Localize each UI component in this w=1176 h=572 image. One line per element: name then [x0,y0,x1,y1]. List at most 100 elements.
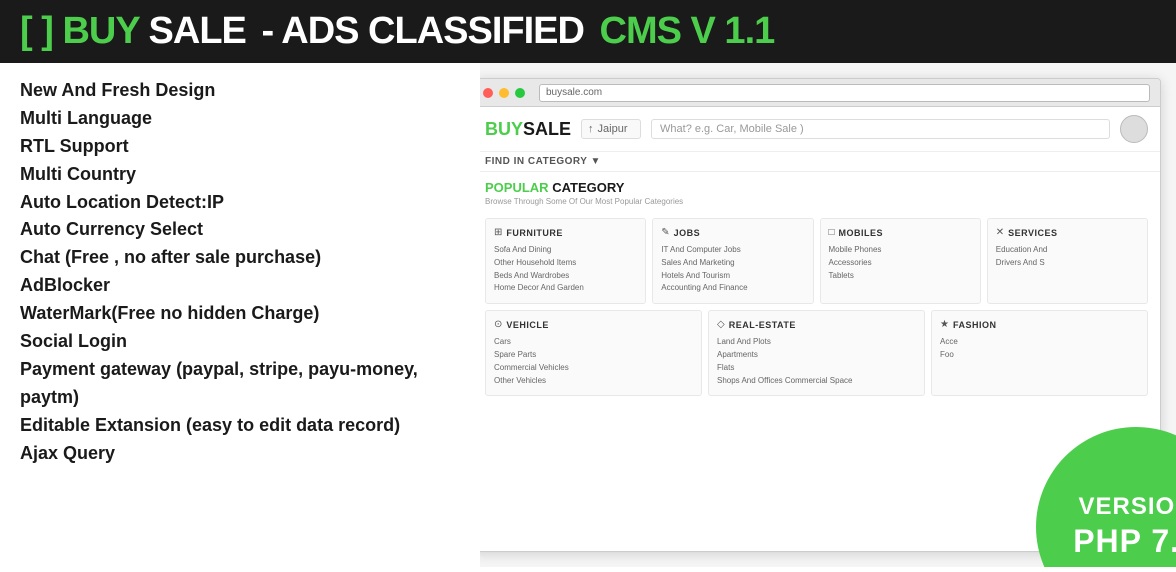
cat-icon: ★ [940,319,949,330]
cat-item: Acce [940,336,1139,349]
cat-item: Drivers And S [996,257,1139,270]
header-cms: CMS V 1.1 [600,10,775,52]
cat-title: REAL-ESTATE [729,320,796,330]
cat-item: Tablets [829,270,972,283]
site-logo-sale: SALE [523,119,571,140]
cat-item: Beds And Wardrobes [494,270,637,283]
cat-header: ⊙ VEHICLE [494,319,693,330]
cat-header: □ MOBILES [829,227,972,238]
category-grid-row1: ⊞ FURNITURE Sofa And DiningOther Househo… [473,218,1160,310]
logo-sale: SALE [149,10,246,52]
cat-item: Spare Parts [494,349,693,362]
cat-title: FASHION [953,320,997,330]
browser-dot-red [483,88,493,98]
cat-item: Sofa And Dining [494,244,637,257]
cat-title: VEHICLE [506,320,549,330]
site-logo-area: BUY SALE [485,119,571,140]
php-version-label: PHP 7.2 [1073,522,1176,560]
feature-item: AdBlocker [20,272,460,300]
cat-icon: □ [829,227,835,238]
feature-item: RTL Support [20,133,460,161]
popular-subtitle: Browse Through Some Of Our Most Popular … [485,197,1148,206]
bracket-right-icon: ] [41,10,53,52]
cat-icon: ⊙ [494,319,502,330]
cat-item: Foo [940,349,1139,362]
cat-title: MOBILES [839,228,884,238]
feature-item: Editable Extansion (easy to edit data re… [20,412,460,440]
category-grid-row2: ⊙ VEHICLE CarsSpare PartsCommercial Vehi… [473,310,1160,402]
find-category[interactable]: FIND IN CATEGORY ▼ [473,152,1160,172]
feature-item: Chat (Free , no after sale purchase) [20,244,460,272]
cat-item: Sales And Marketing [661,257,804,270]
feature-item: Multi Country [20,161,460,189]
category-card[interactable]: ✎ JOBS IT And Computer JobsSales And Mar… [652,218,813,304]
feature-item: Auto Currency Select [20,216,460,244]
screenshot-area: buysale.com BUY SALE ↑ Jaipur What? e.g.… [456,63,1176,567]
cat-item: IT And Computer Jobs [661,244,804,257]
header-logo: [ ] BUY SALE - ADS CLASSIFIED CMS V 1.1 [20,10,774,53]
location-icon: ↑ [588,123,594,135]
cat-header: ◇ REAL-ESTATE [717,319,916,330]
browser-content: BUY SALE ↑ Jaipur What? e.g. Car, Mobile… [473,107,1160,402]
feature-item: Auto Location Detect:IP [20,189,460,217]
feature-item: WaterMark(Free no hidden Charge) [20,300,460,328]
feature-item: Ajax Query [20,440,460,468]
cat-header: ★ FASHION [940,319,1139,330]
category-card[interactable]: ★ FASHION AcceFoo [931,310,1148,396]
browser-url: buysale.com [539,84,1150,102]
browser-dot-green [515,88,525,98]
header: [ ] BUY SALE - ADS CLASSIFIED CMS V 1.1 [0,0,1176,63]
cat-item: Land And Plots [717,336,916,349]
cat-item: Other Vehicles [494,375,693,388]
category-card[interactable]: ✕ SERVICES Education AndDrivers And S [987,218,1148,304]
logo-buy: BUY [62,10,139,52]
popular-label-1: POPULAR [485,180,549,195]
main-content: New And Fresh DesignMulti LanguageRTL Su… [0,63,1176,567]
cat-icon: ✕ [996,227,1004,238]
cat-item: Hotels And Tourism [661,270,804,283]
cat-item: Home Decor And Garden [494,282,637,295]
version-label: VERSION [1078,493,1176,522]
cat-header: ✕ SERVICES [996,227,1139,238]
category-card[interactable]: ⊞ FURNITURE Sofa And DiningOther Househo… [485,218,646,304]
browser-bar: buysale.com [473,79,1160,107]
location-search[interactable]: ↑ Jaipur [581,119,641,139]
popular-title: POPULAR CATEGORY [485,180,1148,195]
popular-section: POPULAR CATEGORY Browse Through Some Of … [473,172,1160,218]
cat-title: SERVICES [1008,228,1057,238]
cat-item: Accounting And Finance [661,282,804,295]
bracket-left-icon: [ [20,10,32,52]
feature-item: Multi Language [20,105,460,133]
category-card[interactable]: ◇ REAL-ESTATE Land And PlotsApartmentsFl… [708,310,925,396]
cat-item: Commercial Vehicles [494,362,693,375]
category-card[interactable]: ⊙ VEHICLE CarsSpare PartsCommercial Vehi… [485,310,702,396]
cat-item: Cars [494,336,693,349]
feature-item: Payment gateway (paypal, stripe, payu-mo… [20,356,460,412]
cat-item: Education And [996,244,1139,257]
site-logo-buy: BUY [485,119,523,140]
location-value: Jaipur [598,123,628,135]
site-nav: BUY SALE ↑ Jaipur What? e.g. Car, Mobile… [473,107,1160,152]
popular-label-2: CATEGORY [552,180,624,195]
feature-item: New And Fresh Design [20,77,460,105]
features-list: New And Fresh DesignMulti LanguageRTL Su… [0,63,480,567]
cat-item: Shops And Offices Commercial Space [717,375,916,388]
cat-item: Flats [717,362,916,375]
feature-item: Social Login [20,328,460,356]
header-title: - ADS CLASSIFIED [261,10,593,52]
cat-icon: ✎ [661,227,669,238]
keyword-search[interactable]: What? e.g. Car, Mobile Sale ) [651,119,1110,139]
cat-header: ✎ JOBS [661,227,804,238]
category-card[interactable]: □ MOBILES Mobile PhonesAccessoriesTablet… [820,218,981,304]
user-avatar[interactable] [1120,115,1148,143]
cat-item: Apartments [717,349,916,362]
cat-title: JOBS [674,228,701,238]
cat-item: Other Household Items [494,257,637,270]
cat-item: Accessories [829,257,972,270]
browser-dot-yellow [499,88,509,98]
cat-header: ⊞ FURNITURE [494,227,637,238]
cat-icon: ◇ [717,319,725,330]
cat-icon: ⊞ [494,227,502,238]
cat-title: FURNITURE [506,228,563,238]
cat-item: Mobile Phones [829,244,972,257]
